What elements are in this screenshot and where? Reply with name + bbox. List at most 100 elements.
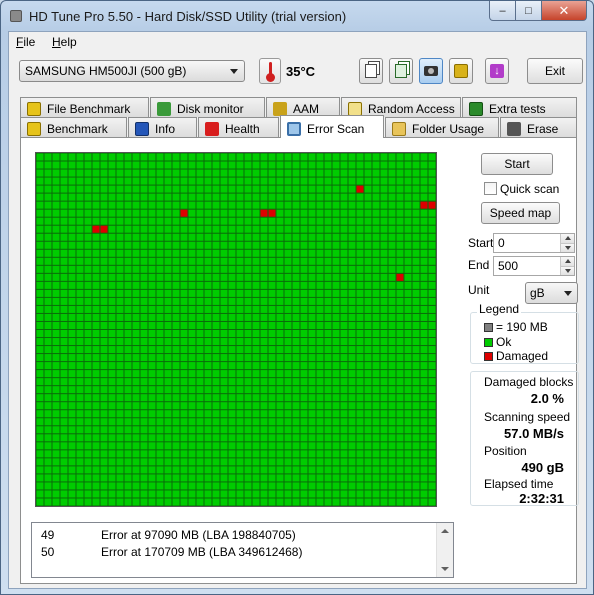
spin-down-icon[interactable] bbox=[560, 243, 574, 252]
block-ok bbox=[180, 458, 188, 466]
screenshot-button[interactable] bbox=[419, 58, 443, 84]
block-ok bbox=[220, 161, 228, 169]
minimize-button[interactable]: – bbox=[489, 1, 516, 21]
block-ok bbox=[292, 410, 300, 418]
tab-disk-monitor[interactable]: Disk monitor bbox=[150, 97, 265, 117]
menu-file[interactable]: File bbox=[16, 35, 35, 49]
speed-map-button[interactable]: Speed map bbox=[481, 202, 560, 224]
scroll-down-icon[interactable] bbox=[441, 567, 449, 571]
tab-health[interactable]: Health bbox=[198, 117, 279, 137]
block-ok bbox=[220, 450, 228, 458]
block-ok bbox=[204, 498, 212, 506]
block-ok bbox=[268, 201, 276, 209]
block-ok bbox=[108, 346, 116, 354]
tab-folder-usage[interactable]: Folder Usage bbox=[385, 117, 499, 137]
block-ok bbox=[372, 330, 380, 338]
block-damaged bbox=[100, 225, 108, 233]
block-ok bbox=[52, 458, 60, 466]
tab-info[interactable]: Info bbox=[128, 117, 197, 137]
block-ok bbox=[76, 273, 84, 281]
quick-scan-checkbox[interactable] bbox=[484, 182, 497, 195]
block-ok bbox=[44, 297, 52, 305]
tab-benchmark[interactable]: Benchmark bbox=[20, 117, 127, 137]
block-ok bbox=[68, 225, 76, 233]
block-ok bbox=[404, 386, 412, 394]
maximize-button[interactable]: □ bbox=[516, 1, 542, 21]
vertical-scrollbar[interactable] bbox=[436, 523, 453, 577]
block-ok bbox=[292, 362, 300, 370]
block-ok bbox=[244, 346, 252, 354]
block-ok bbox=[92, 418, 100, 426]
block-ok bbox=[420, 249, 428, 257]
block-ok bbox=[100, 177, 108, 185]
block-ok bbox=[36, 378, 44, 386]
end-field[interactable]: 500 bbox=[493, 256, 575, 276]
block-ok bbox=[372, 201, 380, 209]
close-button[interactable]: ✕ bbox=[542, 1, 587, 21]
block-ok bbox=[164, 450, 172, 458]
copy-info-button[interactable] bbox=[389, 58, 413, 84]
block-ok bbox=[84, 169, 92, 177]
block-ok bbox=[244, 482, 252, 490]
scroll-up-icon[interactable] bbox=[441, 529, 449, 533]
block-ok bbox=[188, 249, 196, 257]
block-ok bbox=[236, 466, 244, 474]
block-ok bbox=[308, 338, 316, 346]
block-ok bbox=[332, 241, 340, 249]
block-ok bbox=[228, 338, 236, 346]
block-ok bbox=[36, 225, 44, 233]
block-ok bbox=[244, 209, 252, 217]
block-ok bbox=[356, 313, 364, 321]
block-ok bbox=[364, 490, 372, 498]
block-ok bbox=[268, 233, 276, 241]
block-ok bbox=[324, 281, 332, 289]
tab-file-benchmark[interactable]: File Benchmark bbox=[20, 97, 149, 117]
block-ok bbox=[332, 177, 340, 185]
download-button[interactable]: ↓ bbox=[485, 58, 509, 84]
block-ok bbox=[268, 338, 276, 346]
block-ok bbox=[180, 386, 188, 394]
spin-up-icon[interactable] bbox=[560, 234, 574, 243]
drive-select[interactable]: SAMSUNG HM500JI (500 gB) bbox=[19, 60, 245, 82]
tab-error-scan[interactable]: Error Scan bbox=[280, 115, 384, 138]
block-ok bbox=[316, 297, 324, 305]
block-ok bbox=[188, 241, 196, 249]
tab-extra-tests[interactable]: Extra tests bbox=[462, 97, 577, 117]
error-log-list[interactable]: 49 Error at 97090 MB (LBA 198840705) 50 Er… bbox=[31, 522, 454, 578]
block-ok bbox=[364, 161, 372, 169]
list-item[interactable]: 50 Error at 170709 MB (LBA 349612468) bbox=[32, 545, 437, 561]
block-ok bbox=[372, 177, 380, 185]
block-ok bbox=[364, 442, 372, 450]
block-ok bbox=[388, 217, 396, 225]
spin-down-icon[interactable] bbox=[560, 266, 574, 275]
block-ok bbox=[284, 482, 292, 490]
copy-text-button[interactable] bbox=[359, 58, 383, 84]
options-button[interactable] bbox=[449, 58, 473, 84]
block-ok bbox=[332, 321, 340, 329]
block-ok bbox=[140, 217, 148, 225]
tab-erase[interactable]: Erase bbox=[500, 117, 577, 137]
start-button[interactable]: Start bbox=[481, 153, 553, 175]
block-ok bbox=[156, 338, 164, 346]
block-ok bbox=[412, 378, 420, 386]
menu-help[interactable]: Help bbox=[52, 35, 77, 49]
tab-random-access[interactable]: Random Access bbox=[341, 97, 461, 117]
tab-aam[interactable]: AAM bbox=[266, 97, 340, 117]
list-item[interactable]: 49 Error at 97090 MB (LBA 198840705) bbox=[32, 528, 437, 544]
block-ok bbox=[292, 402, 300, 410]
block-ok bbox=[92, 394, 100, 402]
start-field[interactable]: 0 bbox=[493, 233, 575, 253]
block-ok bbox=[356, 330, 364, 338]
block-ok bbox=[404, 209, 412, 217]
block-ok bbox=[236, 153, 244, 161]
block-ok bbox=[140, 321, 148, 329]
block-ok bbox=[332, 410, 340, 418]
block-ok bbox=[180, 193, 188, 201]
block-ok bbox=[212, 265, 220, 273]
block-ok bbox=[140, 305, 148, 313]
block-ok bbox=[188, 273, 196, 281]
title-bar[interactable]: HD Tune Pro 5.50 - Hard Disk/SSD Utility… bbox=[1, 1, 593, 31]
exit-button[interactable]: Exit bbox=[527, 58, 583, 84]
unit-select[interactable]: gB bbox=[525, 282, 578, 304]
spin-up-icon[interactable] bbox=[560, 257, 574, 266]
